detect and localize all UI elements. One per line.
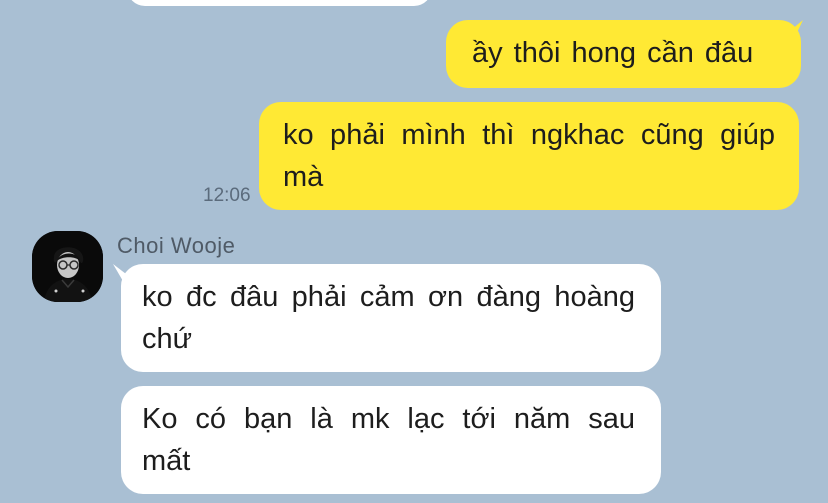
- incoming-message-bubble[interactable]: ko đc đâu phải cảm ơn đàng hoàng chứ: [121, 264, 661, 372]
- contact-name: Choi Wooje: [117, 233, 236, 258]
- previous-message-bubble[interactable]: [127, 0, 432, 6]
- chat-view[interactable]: ầy thôi hong cần đâu 12:06 ko phải mình …: [0, 0, 828, 503]
- message-text: ầy thôi hong cần đâu: [472, 37, 754, 69]
- message-text: Ko có bạn là mk lạc tới năm sau mất: [142, 403, 635, 477]
- message-text: ko đc đâu phải cảm ơn đàng hoàng chứ: [142, 281, 635, 355]
- profile-photo-icon: [32, 231, 103, 302]
- incoming-message-bubble[interactable]: Ko có bạn là mk lạc tới năm sau mất: [121, 386, 661, 494]
- message-timestamp: 12:06: [203, 185, 251, 206]
- contact-avatar[interactable]: [32, 231, 103, 302]
- outgoing-message-bubble[interactable]: ko phải mình thì ngkhac cũng giúp mà: [259, 102, 799, 210]
- message-text: ko phải mình thì ngkhac cũng giúp mà: [283, 119, 775, 193]
- outgoing-message-bubble[interactable]: ầy thôi hong cần đâu: [446, 20, 801, 88]
